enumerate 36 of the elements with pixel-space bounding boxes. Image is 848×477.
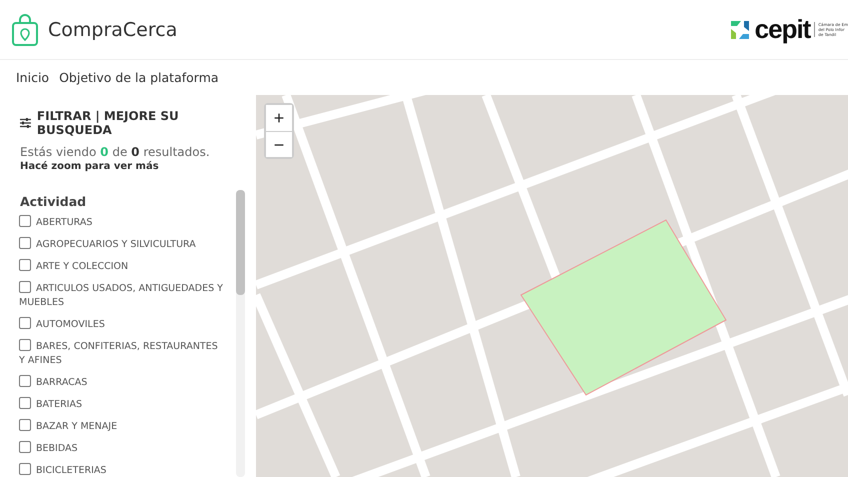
checkbox[interactable] xyxy=(19,339,31,351)
checkbox[interactable] xyxy=(19,441,31,453)
checkbox[interactable] xyxy=(19,419,31,431)
map-view[interactable]: + − xyxy=(256,95,848,477)
section-heading: Actividad xyxy=(20,194,88,209)
category-option[interactable]: BAZAR Y MENAJE xyxy=(19,419,224,434)
checkbox[interactable] xyxy=(19,281,31,293)
checkbox[interactable] xyxy=(19,317,31,329)
category-option[interactable]: AGROPECUARIOS Y SILVICULTURA xyxy=(19,237,224,252)
category-option[interactable]: ARTE Y COLECCION xyxy=(19,259,224,274)
category-option[interactable]: BARRACAS xyxy=(19,375,224,390)
filter-title: FILTRAR | MEJORE SU BUSQUEDA xyxy=(36,109,180,137)
checkbox[interactable] xyxy=(19,463,31,475)
nav-link[interactable]: Inicio xyxy=(16,70,50,85)
sliders-icon xyxy=(20,118,31,128)
scrollbar-thumb[interactable] xyxy=(236,190,245,295)
zoom-out-button[interactable]: − xyxy=(266,131,292,157)
partner-logo-name: cepit xyxy=(754,14,810,45)
zoom-hint: Hacé zoom para ver más xyxy=(20,161,160,172)
checkbox[interactable] xyxy=(19,215,31,227)
category-option[interactable]: BATERIAS xyxy=(19,397,224,412)
nav-link[interactable]: Objetivo de la plataforma xyxy=(59,70,219,85)
checkbox[interactable] xyxy=(19,237,31,249)
logo-icon xyxy=(728,18,751,40)
category-option[interactable]: BEBIDAS xyxy=(19,441,224,456)
shopping-bag-icon xyxy=(12,14,38,46)
checkbox[interactable] xyxy=(19,375,31,387)
category-option[interactable]: BICICLETERIAS xyxy=(19,463,224,477)
brand-name: CompraCerca xyxy=(48,18,178,40)
category-option[interactable]: ARTICULOS USADOS, ANTIGUEDADES Y MUEBLES xyxy=(19,281,224,310)
results-count: Estás viendo 0 de 0 resultados. xyxy=(20,145,211,159)
checkbox[interactable] xyxy=(19,259,31,271)
category-option[interactable]: ABERTURAS xyxy=(19,215,224,230)
checkbox[interactable] xyxy=(19,397,31,409)
category-option[interactable]: BARES, CONFITERIAS, RESTAURANTES Y AFINES xyxy=(19,339,224,368)
category-option[interactable]: AUTOMOVILES xyxy=(19,317,224,332)
